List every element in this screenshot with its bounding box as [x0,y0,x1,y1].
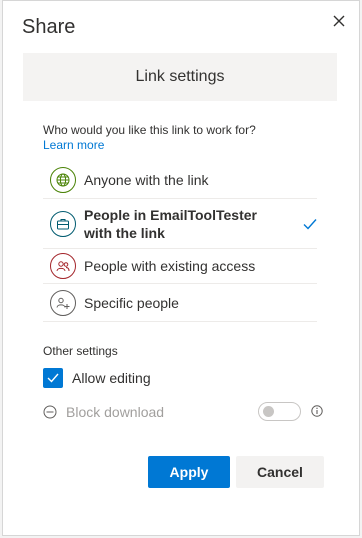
option-existing-access[interactable]: People with existing access [43,249,317,284]
briefcase-icon [50,210,76,237]
option-label: Specific people [84,294,179,311]
selected-check-icon [303,218,317,229]
allow-editing-row[interactable]: Allow editing [43,368,151,388]
allow-editing-checkbox[interactable] [43,368,63,388]
other-settings-title: Other settings [43,344,118,358]
link-settings-header: Link settings [23,53,337,101]
block-download-label: Block download [66,404,165,420]
close-icon [333,15,345,27]
link-options-list: Anyone with the link People in EmailTool… [43,162,317,322]
share-panel: Share Link settings Who would you like t… [2,0,360,536]
toggle-knob [263,406,274,417]
link-question: Who would you like this link to work for… [43,123,273,153]
people-add-icon [50,289,76,316]
info-icon[interactable] [311,405,323,417]
learn-more-link[interactable]: Learn more [43,138,104,152]
block-download-row: Block download [43,402,325,422]
option-specific-people[interactable]: Specific people [43,284,317,322]
cancel-button[interactable]: Cancel [236,456,324,488]
option-label: People in EmailToolTester with the link [84,206,257,241]
block-download-toggle[interactable] [258,402,301,421]
question-text: Who would you like this link to work for… [43,123,256,137]
block-icon [43,405,57,419]
panel-title: Share [22,16,76,38]
checkmark-icon [47,373,59,383]
option-label: Anyone with the link [84,172,209,188]
allow-editing-label: Allow editing [72,370,151,386]
option-anyone[interactable]: Anyone with the link [43,162,317,199]
apply-button[interactable]: Apply [148,456,230,488]
people-icon [50,253,76,279]
option-label: People with existing access [84,258,256,274]
option-organization[interactable]: People in EmailToolTester with the link [43,199,317,249]
globe-icon [50,167,76,193]
close-button[interactable] [329,11,349,31]
